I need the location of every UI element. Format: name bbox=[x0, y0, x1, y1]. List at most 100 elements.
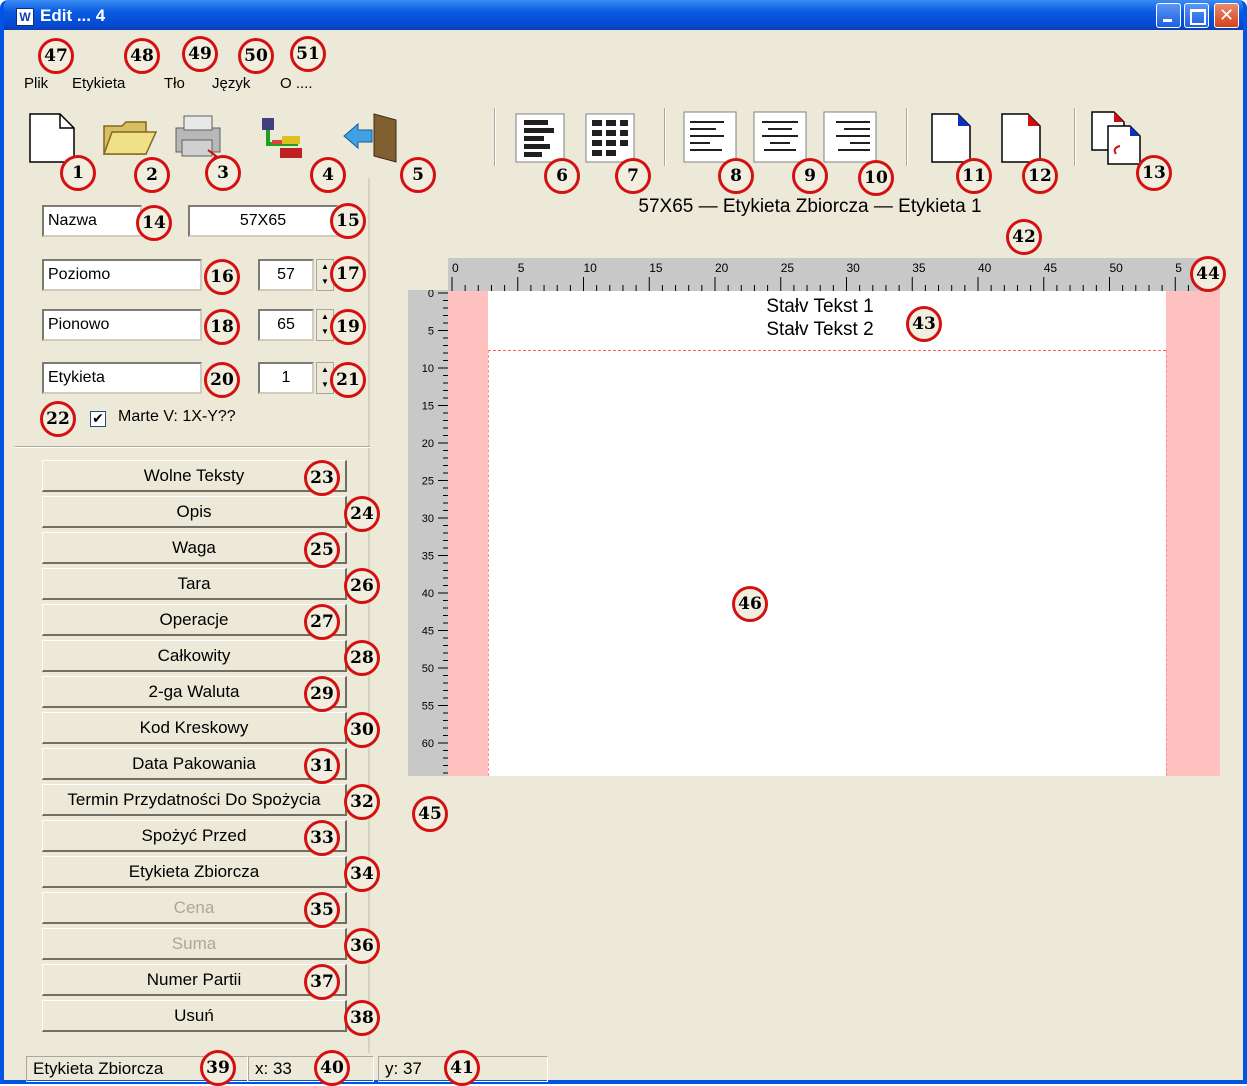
left-margin bbox=[448, 291, 488, 776]
callout-marker: 33 bbox=[304, 820, 340, 856]
callout-marker: 8 bbox=[718, 158, 754, 194]
margin-checkbox-label: Marte V: 1X-Y?? bbox=[118, 408, 236, 425]
ruler-label: 35 bbox=[422, 551, 434, 563]
callout-marker: 28 bbox=[344, 640, 380, 676]
menu-plik[interactable]: Plik bbox=[24, 75, 48, 92]
copy-page-button[interactable] bbox=[1086, 110, 1146, 165]
ruler-label: 65 bbox=[422, 776, 434, 777]
right-guide-line bbox=[1166, 350, 1167, 776]
name-field[interactable]: 57X65 bbox=[188, 205, 338, 237]
side-button[interactable]: Spożyć Przed bbox=[42, 820, 347, 852]
side-button[interactable]: Usuń bbox=[42, 1000, 347, 1032]
callout-marker: 2 bbox=[134, 157, 170, 193]
side-button[interactable]: 2-ga Waluta bbox=[42, 676, 347, 708]
side-button[interactable]: Numer Partii bbox=[42, 964, 347, 996]
callout-marker: 24 bbox=[344, 496, 380, 532]
callout-marker: 5 bbox=[400, 157, 436, 193]
callout-marker: 23 bbox=[304, 460, 340, 496]
canvas-title: 57X65 — Etykieta Zbiorcza — Etykieta 1 bbox=[638, 196, 982, 217]
side-button[interactable]: Termin Przydatności Do Spożycia bbox=[42, 784, 347, 816]
settings-button[interactable] bbox=[252, 110, 312, 165]
align-right-button[interactable] bbox=[820, 110, 880, 165]
menu-etykieta[interactable]: Etykieta bbox=[72, 75, 125, 92]
callout-marker: 16 bbox=[204, 259, 240, 295]
ruler-label: 55 bbox=[422, 701, 434, 713]
minimize-button[interactable] bbox=[1156, 3, 1181, 28]
maximize-button[interactable] bbox=[1184, 3, 1209, 28]
horizontal-label: Poziomo bbox=[42, 259, 202, 291]
exit-door-icon bbox=[343, 113, 397, 163]
callout-marker: 50 bbox=[238, 38, 274, 74]
callout-marker: 48 bbox=[124, 38, 160, 74]
ruler-label: 20 bbox=[715, 261, 729, 275]
align-left-button[interactable] bbox=[680, 110, 740, 165]
callout-marker: 46 bbox=[732, 586, 768, 622]
exit-button[interactable] bbox=[340, 110, 400, 165]
callout-marker: 37 bbox=[304, 964, 340, 1000]
layout-grid-button[interactable] bbox=[580, 110, 640, 165]
callout-marker: 13 bbox=[1136, 155, 1172, 191]
side-button[interactable]: Operacje bbox=[42, 604, 347, 636]
fixed-text-1[interactable]: Stałv Tekst 1 bbox=[720, 296, 920, 318]
callout-marker: 34 bbox=[344, 856, 380, 892]
menu-jezyk[interactable]: Język bbox=[212, 75, 250, 92]
callout-marker: 44 bbox=[1190, 256, 1226, 292]
layout-list-icon bbox=[515, 113, 565, 163]
vertical-field[interactable]: 65 bbox=[258, 309, 314, 341]
toolbar-separator bbox=[906, 108, 908, 166]
side-button[interactable]: Waga bbox=[42, 532, 347, 564]
callout-marker: 7 bbox=[615, 158, 651, 194]
side-button[interactable]: Etykieta Zbiorcza bbox=[42, 856, 347, 888]
copy-page-icon bbox=[1091, 111, 1141, 165]
close-button[interactable]: ✕ bbox=[1214, 3, 1239, 28]
callout-marker: 18 bbox=[204, 309, 240, 345]
side-button[interactable]: Wolne Teksty bbox=[42, 460, 347, 492]
ruler-label: 45 bbox=[1044, 261, 1058, 275]
side-button[interactable]: Cena bbox=[42, 892, 347, 924]
vertical-ruler: 0 5 10 15 20 25 30 35 40 45 50 55 60 65 bbox=[408, 290, 448, 776]
side-button[interactable]: Tara bbox=[42, 568, 347, 600]
title-bar[interactable]: W Edit ... 4 ✕ bbox=[4, 0, 1243, 30]
align-center-button[interactable] bbox=[750, 110, 810, 165]
callout-marker: 27 bbox=[304, 604, 340, 640]
callout-marker: 31 bbox=[304, 748, 340, 784]
status-x: x: 33 bbox=[248, 1056, 374, 1082]
label-count-field[interactable]: 1 bbox=[258, 362, 314, 394]
callout-marker: 1 bbox=[60, 155, 96, 191]
side-button[interactable]: Opis bbox=[42, 496, 347, 528]
ruler-label: 0 bbox=[452, 261, 459, 275]
ruler-label: 40 bbox=[422, 588, 434, 600]
ruler-label: 20 bbox=[422, 438, 434, 450]
left-guide-line bbox=[488, 350, 489, 776]
align-center-icon bbox=[753, 111, 807, 163]
side-button[interactable]: Data Pakowania bbox=[42, 748, 347, 780]
horizontal-field[interactable]: 57 bbox=[258, 259, 314, 291]
ruler-label: 15 bbox=[422, 401, 434, 413]
callout-marker: 3 bbox=[205, 155, 241, 191]
margin-checkbox[interactable]: ✔ bbox=[90, 411, 106, 427]
layout-list-button[interactable] bbox=[510, 110, 570, 165]
side-button[interactable]: Suma bbox=[42, 928, 347, 960]
app-icon[interactable]: W bbox=[16, 8, 34, 26]
ruler-label: 5 bbox=[1175, 261, 1182, 275]
horizontal-ruler: 0 5 10 15 20 25 30 35 40 45 50 5 bbox=[448, 258, 1220, 291]
callout-marker: 19 bbox=[330, 309, 366, 345]
toolbar-separator bbox=[494, 108, 496, 166]
vertical-label: Pionowo bbox=[42, 309, 202, 341]
side-button[interactable]: Kod Kreskowy bbox=[42, 712, 347, 744]
callout-marker: 47 bbox=[38, 38, 74, 74]
page-red-button[interactable] bbox=[992, 110, 1052, 165]
menu-tlo[interactable]: Tło bbox=[164, 75, 185, 92]
align-left-icon bbox=[683, 111, 737, 163]
callout-marker: 51 bbox=[290, 36, 326, 72]
callout-marker: 29 bbox=[304, 676, 340, 712]
ruler-label: 10 bbox=[422, 363, 434, 375]
callout-marker: 40 bbox=[314, 1050, 350, 1086]
label-canvas[interactable] bbox=[448, 291, 1220, 776]
page-blue-button[interactable] bbox=[922, 110, 982, 165]
ruler-label: 45 bbox=[422, 626, 434, 638]
side-button[interactable]: Całkowity bbox=[42, 640, 347, 672]
menu-about[interactable]: O .... bbox=[280, 75, 313, 92]
fixed-text-2[interactable]: Stałv Tekst 2 bbox=[720, 319, 920, 341]
right-margin bbox=[1166, 291, 1220, 776]
